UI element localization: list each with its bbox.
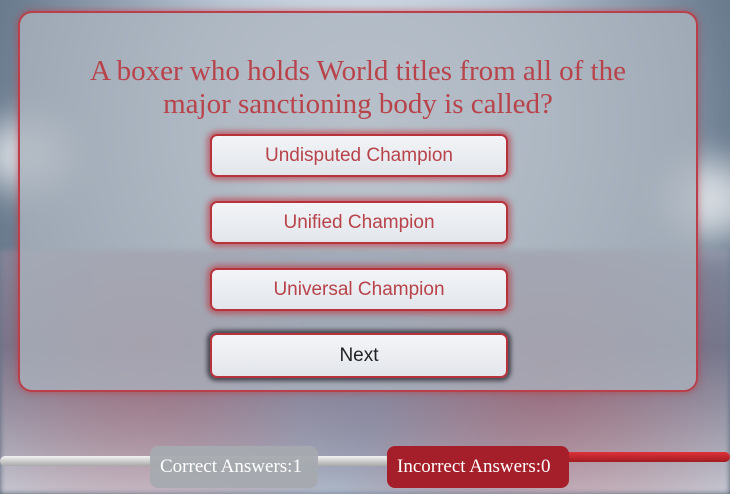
correct-answers-label: Correct Answers: — [160, 456, 293, 477]
correct-answers-badge: Correct Answers:1 — [150, 446, 318, 488]
answer-button-2[interactable]: Unified Champion — [210, 201, 508, 244]
next-button[interactable]: Next — [210, 333, 508, 378]
incorrect-answers-label: Incorrect Answers: — [397, 456, 542, 477]
correct-answers-count: 1 — [292, 456, 302, 477]
quiz-panel: A boxer who holds World titles from all … — [18, 11, 698, 392]
incorrect-answers-count: 0 — [541, 456, 551, 477]
question-text: A boxer who holds World titles from all … — [90, 55, 626, 120]
answer-button-3[interactable]: Universal Champion — [210, 268, 508, 311]
incorrect-answers-badge: Incorrect Answers:0 — [387, 446, 569, 488]
answer-button-1[interactable]: Undisputed Champion — [210, 134, 508, 177]
ring-rope-red — [560, 452, 730, 462]
